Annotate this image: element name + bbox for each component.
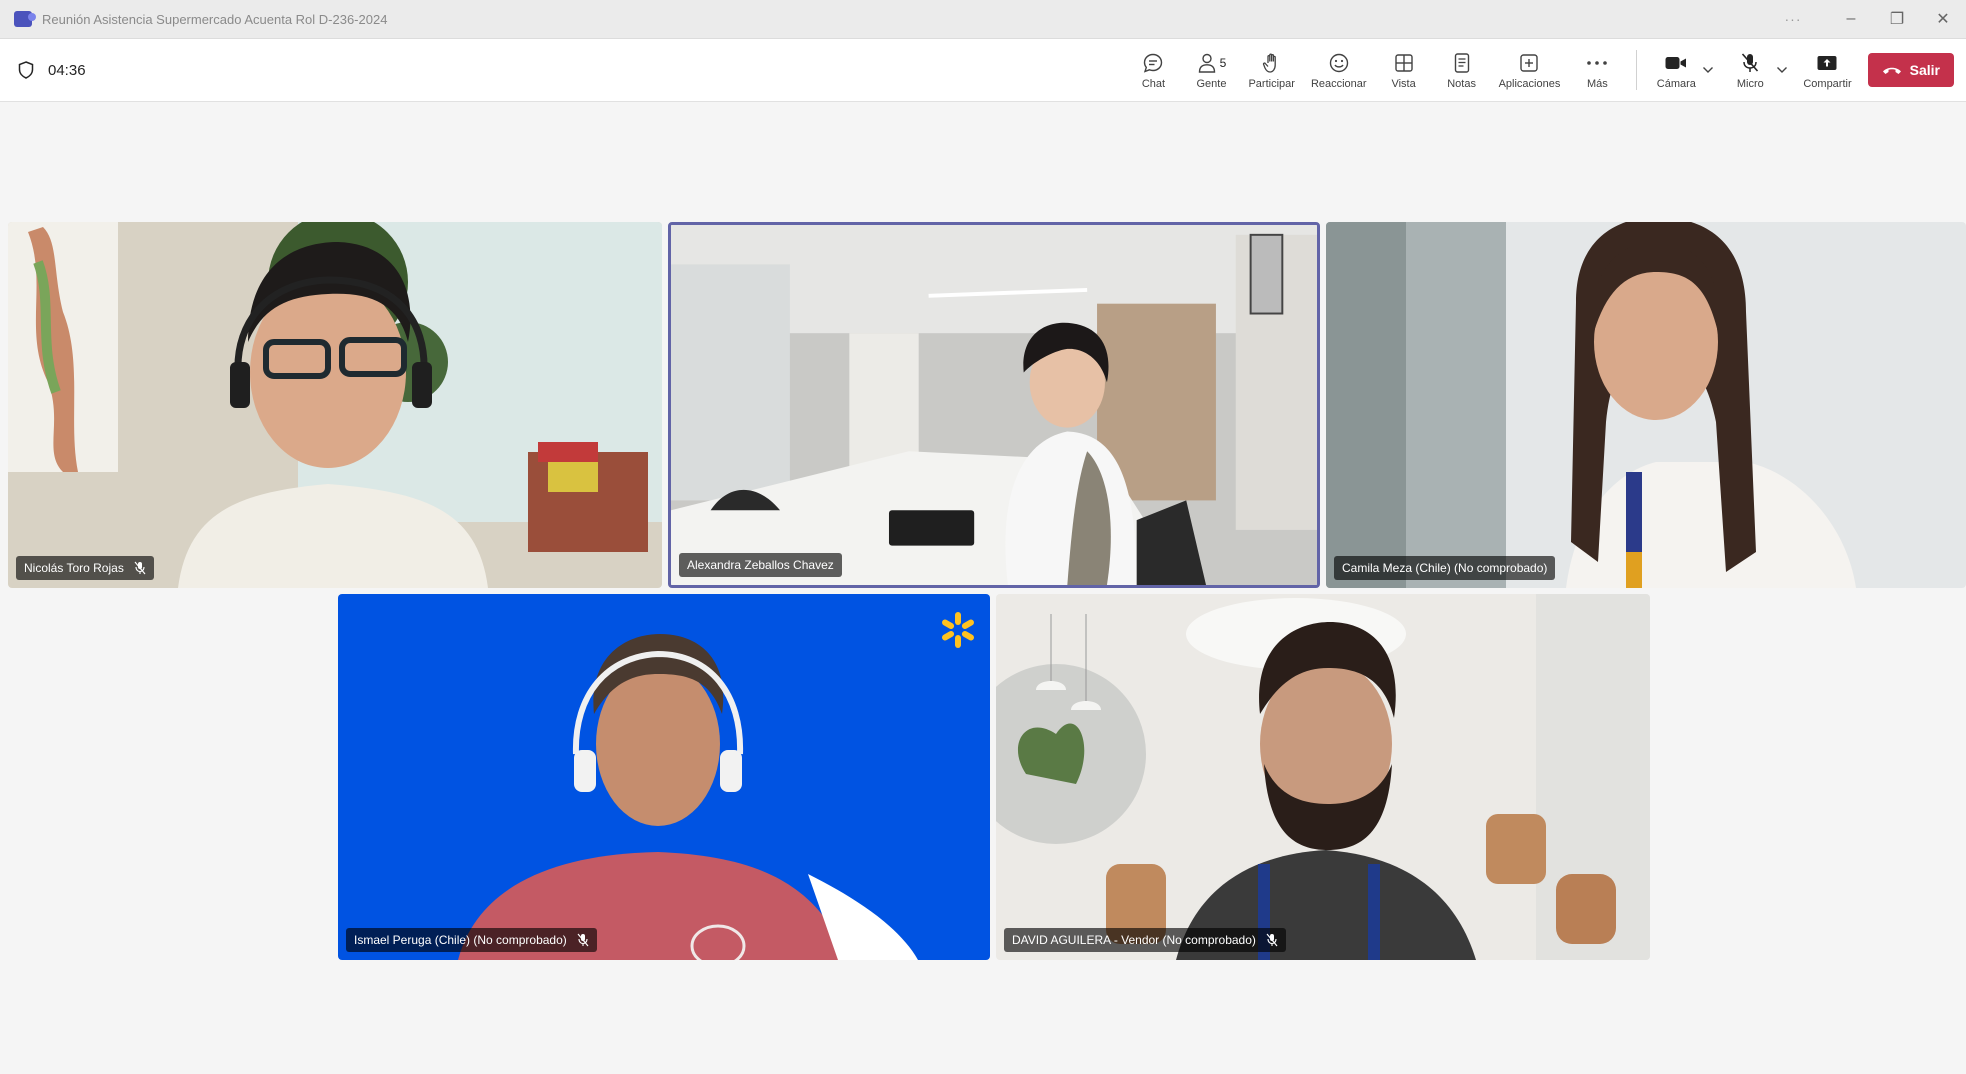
hand-icon: [1262, 53, 1276, 73]
chevron-down-icon: [1703, 67, 1714, 73]
meeting-timer: 04:36: [18, 39, 86, 101]
window-controls: ··· – ❐ ✕: [1770, 0, 1966, 38]
window-more-icon[interactable]: ···: [1770, 0, 1816, 38]
meeting-toolbar: 04:36 Chat 5 Gente Participar Reaccionar…: [0, 39, 1966, 102]
toolbar-actions: Chat 5 Gente Participar Reaccionar Vista…: [1124, 39, 1966, 101]
participant-name: Nicolás Toro Rojas: [24, 561, 124, 575]
restore-button[interactable]: ❐: [1874, 0, 1920, 38]
minimize-button[interactable]: –: [1828, 0, 1874, 38]
smiley-icon: [1329, 53, 1348, 72]
people-button[interactable]: 5 Gente: [1182, 39, 1240, 101]
leave-label: Salir: [1909, 62, 1940, 78]
more-button[interactable]: Más: [1568, 39, 1626, 101]
camera-options-chevron[interactable]: [1699, 39, 1717, 101]
close-button[interactable]: ✕: [1920, 0, 1966, 38]
participant-video: [1326, 222, 1966, 588]
teams-logo-icon: [14, 11, 36, 27]
participant-name: DAVID AGUILERA - Vendor (No comprobado): [1012, 933, 1256, 947]
share-screen-icon: [1817, 55, 1837, 70]
timer-text: 04:36: [48, 61, 86, 79]
chevron-down-icon: [1777, 67, 1788, 73]
people-label: Gente: [1196, 77, 1227, 90]
mic-muted-icon: [577, 933, 589, 947]
more-label: Más: [1586, 77, 1608, 90]
leave-button[interactable]: Salir: [1867, 53, 1954, 87]
share-label: Compartir: [1803, 77, 1852, 90]
chat-label: Chat: [1141, 77, 1166, 90]
window-title: Reunión Asistencia Supermercado Acuenta …: [42, 11, 388, 27]
react-label: Reaccionar: [1310, 77, 1367, 90]
people-count: 5: [1219, 55, 1227, 70]
hang-up-icon: [1882, 67, 1901, 74]
mic-button[interactable]: Micro: [1721, 39, 1779, 101]
view-button[interactable]: Vista: [1375, 39, 1433, 101]
mic-options-chevron[interactable]: [1773, 39, 1791, 101]
view-label: Vista: [1391, 77, 1416, 90]
chat-icon: [1144, 53, 1163, 73]
camera-icon: [1665, 56, 1687, 69]
participant-name: Ismael Peruga (Chile) (No comprobado): [354, 933, 567, 947]
participant-name: Camila Meza (Chile) (No comprobado): [1342, 561, 1548, 575]
participant-video: [8, 222, 662, 588]
apps-label: Aplicaciones: [1498, 77, 1561, 90]
participant-tile[interactable]: Nicolás Toro Rojas: [8, 222, 662, 588]
participant-tile-active[interactable]: Alexandra Zeballos Chavez: [668, 222, 1320, 588]
participant-name-tag: Nicolás Toro Rojas: [16, 556, 154, 580]
participant-tile[interactable]: Ismael Peruga (Chile) (No comprobado): [338, 594, 990, 960]
participant-name: Alexandra Zeballos Chavez: [687, 558, 834, 572]
participant-name-tag: DAVID AGUILERA - Vendor (No comprobado): [1004, 928, 1286, 952]
participant-tile[interactable]: DAVID AGUILERA - Vendor (No comprobado): [996, 594, 1650, 960]
grid-view-icon: [1394, 53, 1413, 72]
chat-button[interactable]: Chat: [1124, 39, 1182, 101]
camera-button[interactable]: Cámara: [1647, 39, 1705, 101]
add-app-icon: [1520, 53, 1539, 72]
mic-label: Micro: [1736, 77, 1764, 90]
participant-video: [996, 594, 1650, 960]
apps-button[interactable]: Aplicaciones: [1491, 39, 1569, 101]
react-button[interactable]: Reaccionar: [1303, 39, 1375, 101]
raise-hand-button[interactable]: Participar: [1240, 39, 1302, 101]
notes-button[interactable]: Notas: [1433, 39, 1491, 101]
video-stage: Nicolás Toro Rojas Alexandra Zeballos Ch…: [0, 102, 1966, 1074]
mic-off-icon: [1742, 52, 1759, 72]
more-dots-icon: [1587, 60, 1608, 65]
participant-name-tag: Camila Meza (Chile) (No comprobado): [1334, 556, 1556, 580]
participant-name-tag: Ismael Peruga (Chile) (No comprobado): [346, 928, 597, 952]
mic-muted-icon: [134, 561, 146, 575]
shield-icon: [18, 61, 34, 79]
participant-name-tag: Alexandra Zeballos Chavez: [679, 553, 842, 577]
raise-hand-label: Participar: [1248, 77, 1295, 90]
title-bar: Reunión Asistencia Supermercado Acuenta …: [0, 0, 1966, 39]
mic-muted-icon: [1266, 933, 1278, 947]
notes-label: Notas: [1447, 77, 1476, 90]
notes-icon: [1454, 52, 1469, 73]
toolbar-divider: [1636, 50, 1638, 90]
people-icon: [1198, 53, 1215, 73]
camera-label: Cámara: [1656, 77, 1696, 90]
participant-tile[interactable]: Camila Meza (Chile) (No comprobado): [1326, 222, 1966, 588]
participant-video: [671, 225, 1317, 585]
share-button[interactable]: Compartir: [1795, 39, 1859, 101]
participant-video: [338, 594, 990, 960]
